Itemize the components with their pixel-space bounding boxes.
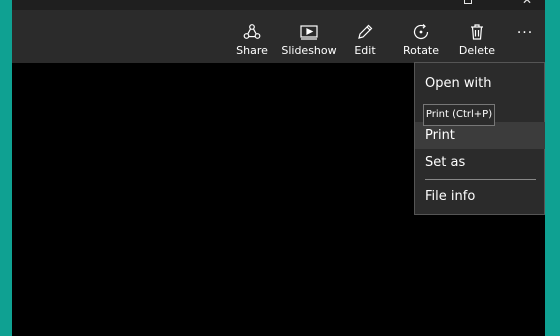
rotate-icon: [412, 22, 430, 42]
share-button[interactable]: Share: [236, 10, 268, 63]
menu-item-open-with[interactable]: Open with: [415, 70, 545, 97]
menu-item-file-info[interactable]: File info: [415, 183, 545, 210]
more-ellipsis-icon: ···: [516, 25, 534, 41]
slideshow-button[interactable]: Slideshow: [281, 10, 337, 63]
close-window-button[interactable]: ✕: [515, 0, 539, 8]
print-tooltip: Print (Ctrl+P): [423, 104, 495, 126]
restore-icon: [464, 0, 472, 4]
rotate-label: Rotate: [403, 44, 440, 57]
share-label: Share: [236, 44, 268, 57]
slideshow-label: Slideshow: [281, 44, 337, 57]
delete-button[interactable]: Delete: [458, 10, 496, 63]
edit-label: Edit: [354, 44, 376, 57]
trash-icon: [469, 22, 485, 42]
see-more-button[interactable]: ···: [512, 10, 538, 63]
slideshow-icon: [300, 22, 318, 42]
delete-label: Delete: [458, 44, 496, 57]
menu-divider: [425, 179, 536, 180]
menu-item-set-as[interactable]: Set as: [415, 149, 545, 176]
menu-item-print[interactable]: Print: [415, 122, 545, 149]
share-icon: [243, 22, 261, 42]
command-bar: Share Slideshow Edit Rotate Delete ···: [12, 10, 545, 63]
rotate-button[interactable]: Rotate: [403, 10, 440, 63]
restore-window-button[interactable]: [456, 0, 480, 8]
see-more-menu: Open with Print Set as File info: [414, 62, 545, 215]
photos-app-window: ✕ Share Slideshow Edit Rotate Delete ···…: [12, 0, 545, 336]
title-bar: ✕: [12, 0, 545, 10]
edit-pencil-icon: [356, 22, 374, 42]
edit-button[interactable]: Edit: [351, 10, 379, 63]
